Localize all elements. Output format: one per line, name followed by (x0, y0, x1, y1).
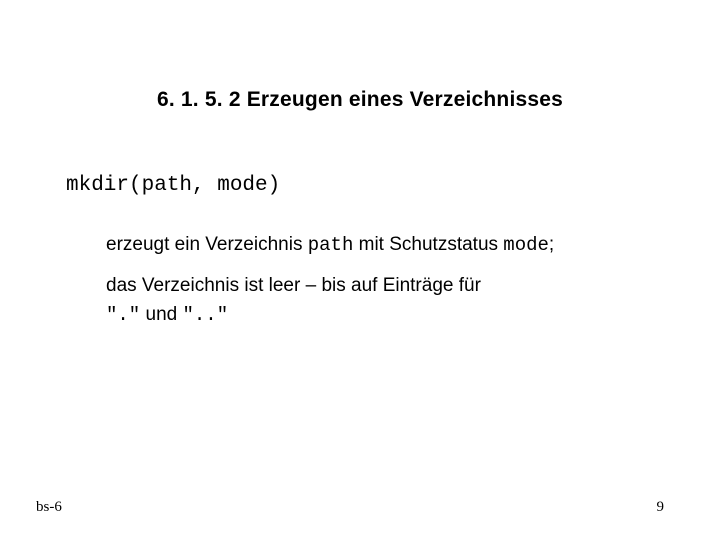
text-fragment: und (140, 304, 182, 325)
text-fragment: das Verzeichnis ist leer – bis auf Eintr… (106, 275, 481, 296)
code-dotdot: ".." (182, 304, 228, 326)
body-paragraph-1: erzeugt ein Verzeichnis path mit Schutzs… (106, 232, 554, 259)
slide: 6. 1. 5. 2 Erzeugen eines Verzeichnisses… (0, 0, 720, 540)
text-fragment: erzeugt ein Verzeichnis (106, 234, 308, 255)
slide-title: 6. 1. 5. 2 Erzeugen eines Verzeichnisses (0, 88, 720, 112)
text-fragment: mit Schutzstatus (353, 234, 503, 255)
body-paragraph-2: das Verzeichnis ist leer – bis auf Eintr… (106, 272, 666, 329)
footer-left: bs-6 (36, 499, 62, 516)
footer-page-number: 9 (657, 499, 665, 516)
text-fragment: ; (549, 234, 554, 255)
code-dot: "." (106, 304, 140, 326)
code-path: path (308, 234, 354, 256)
code-mkdir: mkdir(path, mode) (66, 174, 280, 197)
code-mode: mode (503, 234, 549, 256)
